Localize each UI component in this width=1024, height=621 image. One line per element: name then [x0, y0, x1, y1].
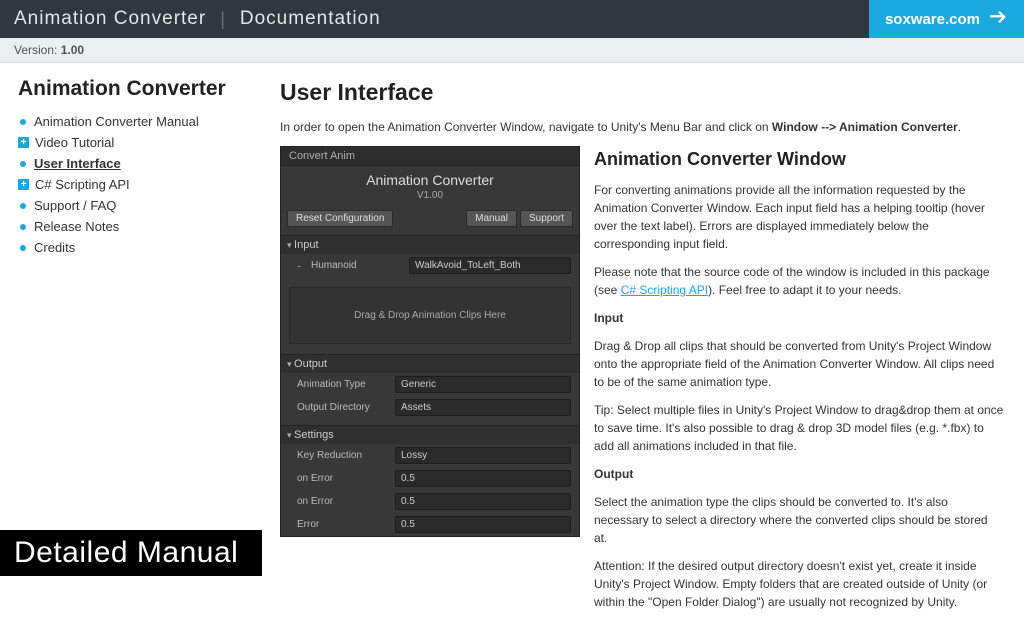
version-label: Version: [14, 43, 57, 57]
reset-button[interactable]: Reset Configuration [287, 210, 393, 227]
site-link[interactable]: soxware.com [869, 0, 1024, 38]
window-version: V1.00 [281, 190, 579, 207]
settings-section-header[interactable]: Settings [281, 425, 579, 444]
site-link-label: soxware.com [885, 11, 980, 28]
plus-icon: + [18, 137, 29, 148]
topbar: Animation Converter | Documentation soxw… [0, 0, 1024, 38]
version-bar: Version: 1.00 [0, 38, 1024, 63]
version-value: 1.00 [61, 43, 84, 57]
app-title: Animation Converter [14, 8, 206, 30]
window-tab[interactable]: Convert Anim [281, 147, 579, 166]
input-p2: Tip: Select multiple files in Unity's Pr… [594, 401, 1004, 455]
content: User Interface In order to open the Anim… [280, 63, 1024, 621]
overlay-banner: Detailed Manual [0, 530, 262, 576]
sidebar-item[interactable]: Release Notes [18, 216, 264, 237]
bullet-icon: - [297, 261, 305, 271]
desc-p2: Please note that the source code of the … [594, 263, 1004, 299]
animation-type-select[interactable]: Generic [395, 376, 571, 393]
sidebar-item-label: Video Tutorial [35, 135, 114, 150]
sidebar-item-label: Support / FAQ [34, 198, 116, 213]
output-directory-label: Output Directory [297, 402, 389, 413]
input-section-header[interactable]: Input [281, 235, 579, 254]
description-column: Animation Converter Window For convertin… [594, 146, 1004, 621]
drop-zone[interactable]: Drag & Drop Animation Clips Here [289, 287, 571, 344]
manual-button[interactable]: Manual [466, 210, 517, 227]
output-heading: Output [594, 467, 633, 481]
output-directory-field[interactable]: Assets [395, 399, 571, 416]
sidebar-item[interactable]: + Video Tutorial [18, 132, 264, 153]
dot-icon [20, 203, 26, 209]
section-title: Documentation [240, 8, 381, 30]
sidebar-item-label: Credits [34, 240, 75, 255]
page-title: User Interface [280, 79, 1004, 106]
sidebar-item[interactable]: Animation Converter Manual [18, 111, 264, 132]
unity-window: Convert Anim Animation Converter V1.00 R… [280, 146, 580, 537]
window-title: Animation Converter [281, 166, 579, 190]
support-button[interactable]: Support [520, 210, 573, 227]
plus-icon: + [18, 179, 29, 190]
input-heading: Input [594, 311, 623, 325]
section-heading: Animation Converter Window [594, 146, 1004, 173]
topbar-title: Animation Converter | Documentation [14, 8, 381, 30]
animation-type-label: Animation Type [297, 379, 389, 390]
key-reduction-select[interactable]: Lossy [395, 447, 571, 464]
error-field-2[interactable]: 0.5 [395, 493, 571, 510]
sidebar-item-label: User Interface [34, 156, 121, 171]
sidebar-item[interactable]: User Interface [18, 153, 264, 174]
scripting-api-link[interactable]: C# Scripting API [621, 283, 708, 297]
error-label-2: on Error [297, 496, 389, 507]
desc-p1: For converting animations provide all th… [594, 181, 1004, 253]
dot-icon [20, 161, 26, 167]
divider: | [220, 9, 226, 30]
nav-list: Animation Converter Manual + Video Tutoria… [18, 111, 264, 258]
output-p2: Attention: If the desired output directo… [594, 557, 1004, 611]
error-field-3[interactable]: 0.5 [395, 516, 571, 533]
output-p1: Select the animation type the clips shou… [594, 493, 1004, 547]
input-p1: Drag & Drop all clips that should be con… [594, 337, 1004, 391]
dot-icon [20, 119, 26, 125]
error-label-3: Error [297, 519, 389, 530]
sidebar-item[interactable]: Credits [18, 237, 264, 258]
key-reduction-label: Key Reduction [297, 450, 389, 461]
output-section-header[interactable]: Output [281, 354, 579, 373]
input-clip-field[interactable]: WalkAvoid_ToLeft_Both [409, 257, 571, 274]
intro-paragraph: In order to open the Animation Converter… [280, 118, 1004, 136]
input-type-label: Humanoid [311, 260, 403, 271]
sidebar-item-label: Release Notes [34, 219, 119, 234]
sidebar-item-label: Animation Converter Manual [34, 114, 199, 129]
sidebar-heading: Animation Converter [18, 77, 264, 101]
error-label-1: on Error [297, 473, 389, 484]
error-field-1[interactable]: 0.5 [395, 470, 571, 487]
dot-icon [20, 224, 26, 230]
arrow-right-icon [990, 10, 1008, 28]
input-clip-row: - Humanoid WalkAvoid_ToLeft_Both [281, 254, 579, 277]
sidebar-item[interactable]: Support / FAQ [18, 195, 264, 216]
sidebar-item[interactable]: + C# Scripting API [18, 174, 264, 195]
dot-icon [20, 245, 26, 251]
sidebar-item-label: C# Scripting API [35, 177, 130, 192]
